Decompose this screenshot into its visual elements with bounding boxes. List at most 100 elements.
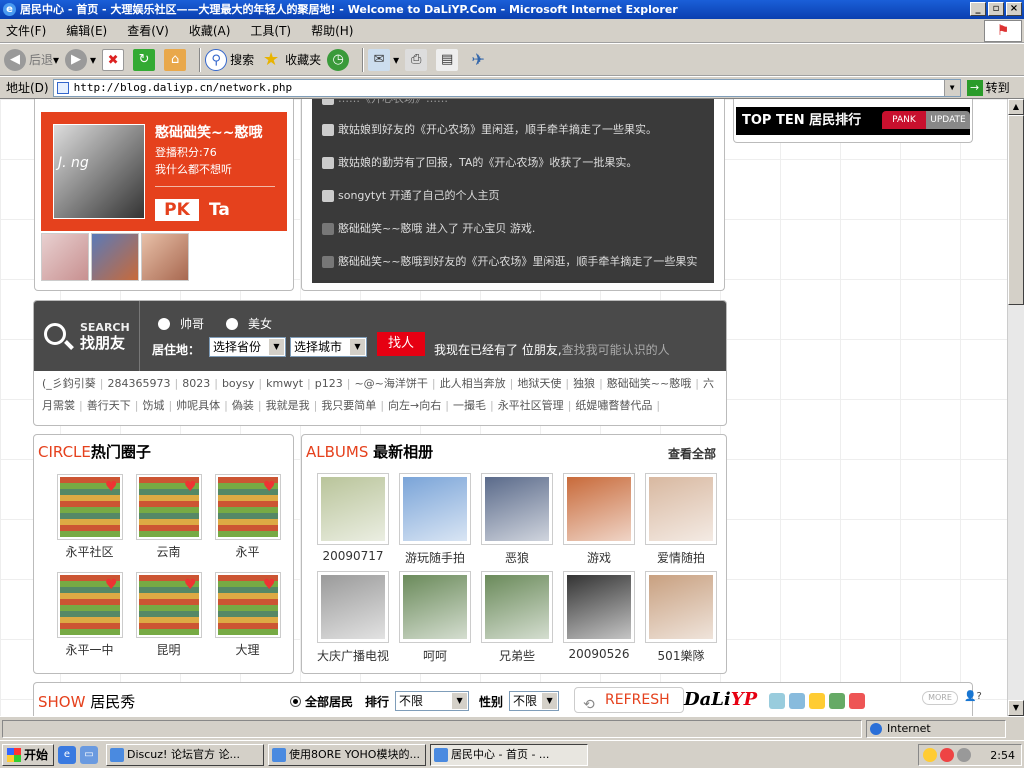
menu-favorites[interactable]: 收藏(A) bbox=[189, 22, 231, 39]
member-name-link[interactable]: boysy bbox=[222, 377, 254, 390]
album-item[interactable]: 游戏 bbox=[558, 473, 640, 571]
album-thumbnail[interactable] bbox=[317, 473, 389, 545]
album-name[interactable]: 游戏 bbox=[560, 549, 638, 566]
all-residents-radio[interactable] bbox=[290, 695, 301, 707]
member-name-link[interactable]: 偽装 bbox=[232, 399, 254, 412]
pk-button[interactable]: PK bbox=[155, 199, 199, 221]
menu-tools[interactable]: 工具(T) bbox=[250, 22, 291, 39]
find-known-people-link[interactable]: 查找我可能认识的人 bbox=[562, 343, 670, 357]
album-item[interactable]: 20090717 bbox=[312, 473, 394, 571]
profile-photo[interactable]: J. ng bbox=[53, 124, 145, 219]
view-all-link[interactable]: 查看全部 bbox=[668, 445, 716, 462]
menu-help[interactable]: 帮助(H) bbox=[311, 22, 353, 39]
tray-app-icon[interactable] bbox=[940, 748, 954, 762]
find-people-button[interactable]: 找人 bbox=[377, 332, 425, 356]
city-select[interactable]: 选择城市 ▼ bbox=[290, 337, 367, 357]
circle-name[interactable]: 永平社区 bbox=[50, 543, 129, 560]
gender-female-radio[interactable]: 美女 bbox=[226, 315, 272, 332]
gender-male-radio[interactable]: 帅哥 bbox=[158, 315, 204, 332]
album-item[interactable]: 501樂隊 bbox=[640, 571, 722, 669]
album-item[interactable]: 呵呵 bbox=[394, 571, 476, 669]
circle-item[interactable]: 昆明 bbox=[129, 573, 208, 671]
album-thumbnail[interactable] bbox=[399, 571, 471, 643]
album-item[interactable]: 大庆广播电视 bbox=[312, 571, 394, 669]
member-name-link[interactable]: 我就是我 bbox=[266, 399, 310, 412]
album-item[interactable]: 恶狼 bbox=[476, 473, 558, 571]
album-name[interactable]: 大庆广播电视 bbox=[314, 647, 392, 664]
tab-update[interactable]: UPDATE bbox=[926, 111, 970, 129]
member-name-link[interactable]: 我只要简单 bbox=[321, 399, 376, 412]
photo-icon[interactable] bbox=[789, 693, 805, 709]
circle-name[interactable]: 永平 bbox=[208, 543, 287, 560]
home-button[interactable]: ⌂ bbox=[164, 48, 189, 71]
mail-button[interactable]: ✉ ▾ bbox=[368, 48, 399, 71]
address-input[interactable]: http://blog.daliyp.cn/network.php ▼ bbox=[52, 78, 961, 97]
album-thumbnail[interactable] bbox=[481, 473, 553, 545]
album-thumbnail[interactable] bbox=[645, 473, 717, 545]
member-name-link[interactable]: ~@~海洋饼干 bbox=[354, 377, 427, 390]
circle-thumbnail[interactable] bbox=[57, 573, 122, 637]
circle-item[interactable]: 永平社区 bbox=[50, 475, 129, 573]
member-name-link[interactable]: 一撮毛 bbox=[453, 399, 486, 412]
start-button[interactable]: 开始 bbox=[2, 743, 54, 766]
album-name[interactable]: 呵呵 bbox=[396, 647, 474, 664]
visitor-avatar[interactable] bbox=[141, 233, 189, 281]
edit-button[interactable]: ▤ bbox=[436, 48, 461, 71]
messenger-button[interactable]: ✈ bbox=[467, 49, 492, 71]
scroll-thumb[interactable] bbox=[1008, 115, 1024, 305]
member-name-link[interactable]: 纸媞嘯瞀替代品 bbox=[575, 399, 652, 412]
album-name[interactable]: 20090717 bbox=[314, 549, 392, 563]
print-button[interactable]: ⎙ bbox=[405, 48, 430, 71]
history-button[interactable]: ◷ bbox=[327, 48, 352, 71]
member-name-link[interactable]: 此人相当奔放 bbox=[440, 377, 506, 390]
ie-quicklaunch-icon[interactable]: e bbox=[58, 745, 76, 764]
album-name[interactable]: 恶狼 bbox=[478, 549, 556, 566]
circle-thumbnail[interactable] bbox=[215, 475, 280, 539]
qq-icon[interactable] bbox=[923, 748, 937, 762]
album-thumbnail[interactable] bbox=[563, 571, 635, 643]
album-item[interactable]: 兄弟些 bbox=[476, 571, 558, 669]
visitor-avatar[interactable] bbox=[91, 233, 139, 281]
member-name-link[interactable]: 永平社区管理 bbox=[498, 399, 564, 412]
album-item[interactable]: 游玩随手拍 bbox=[394, 473, 476, 571]
member-name-link[interactable]: p123 bbox=[315, 377, 343, 390]
stop-button[interactable]: ✖ bbox=[102, 48, 127, 71]
album-thumbnail[interactable] bbox=[645, 571, 717, 643]
member-name-link[interactable]: 地狱天使 bbox=[517, 377, 561, 390]
province-select[interactable]: 选择省份 ▼ bbox=[209, 337, 286, 357]
circle-thumbnail[interactable] bbox=[57, 475, 122, 539]
lock-icon[interactable] bbox=[809, 693, 825, 709]
feed-text[interactable]: 憨础础笑~~憨哦 进入了 开心宝贝 游戏. bbox=[338, 222, 535, 235]
album-thumbnail[interactable] bbox=[317, 571, 389, 643]
album-name[interactable]: 20090526 bbox=[560, 647, 638, 661]
menu-file[interactable]: 文件(F) bbox=[6, 22, 46, 39]
album-name[interactable]: 兄弟些 bbox=[478, 647, 556, 664]
album-thumbnail[interactable] bbox=[481, 571, 553, 643]
vertical-scrollbar[interactable]: ▲ ▼ bbox=[1007, 99, 1024, 716]
album-item[interactable]: 20090526 bbox=[558, 571, 640, 669]
circle-thumbnail[interactable] bbox=[136, 573, 201, 637]
tab-rank[interactable]: PANK bbox=[882, 111, 926, 129]
member-name-link[interactable]: 284365973 bbox=[108, 377, 171, 390]
maximize-button[interactable]: ▫ bbox=[988, 2, 1004, 16]
task-discuz[interactable]: Discuz! 论坛官方 论... bbox=[106, 743, 264, 766]
feed-text[interactable]: 憨础础笑~~憨哦到好友的《开心农场》里闲逛，顺手牵羊摘走了一些果实 bbox=[338, 255, 697, 268]
profile-username[interactable]: 憨础础笑~~憨哦 bbox=[155, 122, 262, 142]
scroll-up-button[interactable]: ▲ bbox=[1008, 99, 1024, 115]
scroll-down-button[interactable]: ▼ bbox=[1008, 700, 1024, 716]
task-8ore[interactable]: 使用8ORE YOHO模块的... bbox=[268, 743, 426, 766]
member-name-link[interactable]: kmwyt bbox=[266, 377, 303, 390]
task-home[interactable]: 居民中心 - 首页 - ... bbox=[430, 743, 588, 766]
circle-item[interactable]: 大理 bbox=[208, 573, 287, 671]
album-name[interactable]: 爱情随拍 bbox=[642, 549, 720, 566]
favorites-button[interactable]: ★ 收藏夹 bbox=[260, 49, 321, 71]
heart-icon[interactable] bbox=[849, 693, 865, 709]
user-icon[interactable] bbox=[829, 693, 845, 709]
rank-select[interactable]: 不限 ▼ bbox=[395, 691, 470, 711]
feed-text[interactable]: songytyt 开通了自己的个人主页 bbox=[338, 189, 500, 202]
circle-item[interactable]: 云南 bbox=[129, 475, 208, 573]
album-thumbnail[interactable] bbox=[399, 473, 471, 545]
chat-icon[interactable] bbox=[769, 693, 785, 709]
feed-text[interactable]: 敢姑娘到好友的《开心农场》里闲逛，顺手牵羊摘走了一些果实。 bbox=[338, 123, 657, 136]
member-name-link[interactable]: 向左→向右 bbox=[388, 399, 441, 412]
